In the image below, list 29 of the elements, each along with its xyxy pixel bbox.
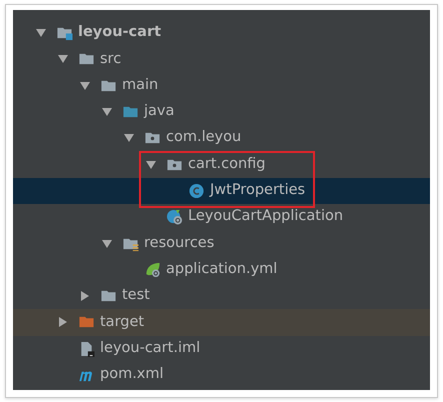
tree-item-label[interactable]: LeyouCartApplication: [188, 206, 344, 228]
collapse-arrow-icon[interactable]: [35, 27, 47, 40]
tree-item-label[interactable]: leyou-cart.iml: [100, 338, 200, 360]
tree-item-label[interactable]: pom.xml: [100, 364, 164, 386]
collapse-arrow-icon[interactable]: [79, 80, 91, 92]
tree-item-label[interactable]: java: [144, 101, 174, 123]
tree-item-label: JwtProperties: [210, 181, 306, 200]
expand-arrow-icon[interactable]: [57, 316, 69, 328]
excluded-row[interactable]: target: [13, 309, 430, 336]
tree-item-label[interactable]: com.leyou: [166, 127, 242, 150]
tree-item-label: target: [100, 312, 144, 332]
spring-leaf-icon: [144, 262, 161, 278]
tree-item-label[interactable]: resources: [144, 232, 214, 254]
tree-item-label[interactable]: leyou-cart: [78, 22, 162, 44]
class-icon: [188, 182, 205, 199]
collapse-arrow-icon[interactable]: [57, 53, 69, 66]
selected-row[interactable]: JwtProperties: [13, 178, 430, 204]
tree-item-label[interactable]: src: [100, 48, 122, 70]
tree-item-label[interactable]: application.yml: [166, 258, 278, 281]
tree-item-label[interactable]: test: [122, 285, 150, 307]
module-folder-icon: [56, 25, 73, 42]
collapse-arrow-icon[interactable]: [101, 106, 113, 118]
collapse-arrow-icon[interactable]: [101, 238, 113, 250]
collapse-arrow-icon[interactable]: [123, 132, 135, 144]
expand-arrow-icon[interactable]: [79, 290, 91, 302]
tree-item-label[interactable]: main: [122, 74, 158, 97]
tree-item-label[interactable]: cart.config: [188, 154, 266, 176]
spring-class-icon: [166, 209, 183, 226]
collapse-arrow-icon[interactable]: [145, 158, 157, 171]
